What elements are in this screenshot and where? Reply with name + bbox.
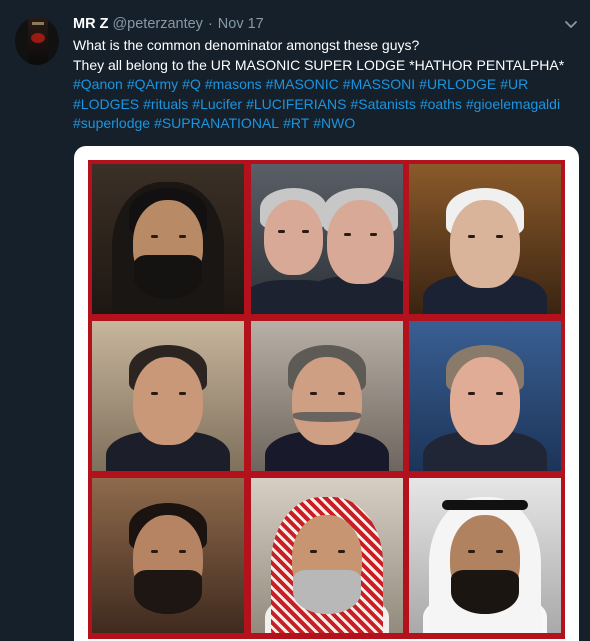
hashtag-link[interactable]: #NWO: [313, 115, 355, 131]
tweet-media-image[interactable]: [74, 146, 579, 641]
hashtag-link[interactable]: #Lucifer: [192, 96, 242, 112]
hashtag-link[interactable]: #oaths: [420, 96, 462, 112]
chevron-down-icon[interactable]: [562, 15, 580, 33]
tweet-text: What is the common denominator amongst t…: [73, 36, 578, 134]
book-cover-icon: [28, 17, 48, 65]
user-avatar[interactable]: [15, 17, 59, 65]
hashtag-link[interactable]: #URLODGE: [419, 76, 496, 92]
tweet[interactable]: MR Z @peterzantey · Nov 17 What is the c…: [0, 0, 590, 641]
separator-dot: ·: [207, 16, 213, 32]
display-name[interactable]: MR Z: [73, 16, 108, 32]
collage-photo: [409, 164, 561, 314]
hashtag-link[interactable]: #superlodge: [73, 115, 150, 131]
hashtag-link[interactable]: #Satanists: [350, 96, 415, 112]
hashtag-link[interactable]: #RT: [283, 115, 309, 131]
photo-collage: [88, 160, 565, 639]
hashtag-link[interactable]: #Q: [182, 76, 201, 92]
collage-photo: [92, 164, 244, 314]
hashtag-link[interactable]: #UR: [500, 76, 528, 92]
collage-photo: [409, 478, 561, 633]
hashtag-link[interactable]: #LUCIFERIANS: [246, 96, 346, 112]
hashtag-link[interactable]: #QArmy: [127, 76, 178, 92]
hashtag-link[interactable]: #gioelemagaldi: [466, 96, 560, 112]
user-handle[interactable]: @peterzantey: [112, 16, 203, 32]
tweet-date[interactable]: Nov 17: [218, 16, 264, 32]
hashtag-line: #LODGES #rituals #Lucifer #LUCIFERIANS #Sata…: [73, 95, 578, 115]
hashtag-line: #superlodge #SUPRANATIONAL #RT #NWO: [73, 114, 578, 134]
hashtag-link[interactable]: #MASSONI: [343, 76, 415, 92]
hashtag-link[interactable]: #masons: [205, 76, 262, 92]
collage-photo: [251, 478, 403, 633]
collage-photo: [251, 164, 403, 314]
hashtag-link[interactable]: #Qanon: [73, 76, 123, 92]
collage-photo: [92, 478, 244, 633]
hashtag-link[interactable]: #SUPRANATIONAL: [154, 115, 279, 131]
collage-photo: [92, 321, 244, 471]
hashtag-link[interactable]: #LODGES: [73, 96, 139, 112]
tweet-text-line: They all belong to the UR MASONIC SUPER …: [73, 56, 565, 73]
hashtag-link[interactable]: #rituals: [143, 96, 188, 112]
tweet-header: MR Z @peterzantey · Nov 17: [73, 15, 264, 33]
collage-photo: [409, 321, 561, 471]
collage-photo: [251, 321, 403, 471]
tweet-text-line: What is the common denominator amongst t…: [73, 37, 420, 53]
hashtag-link[interactable]: #MASONIC: [266, 76, 339, 92]
hashtag-line: #Qanon #QArmy #Q #masons #MASONIC #MASSONI #UR…: [73, 75, 578, 95]
